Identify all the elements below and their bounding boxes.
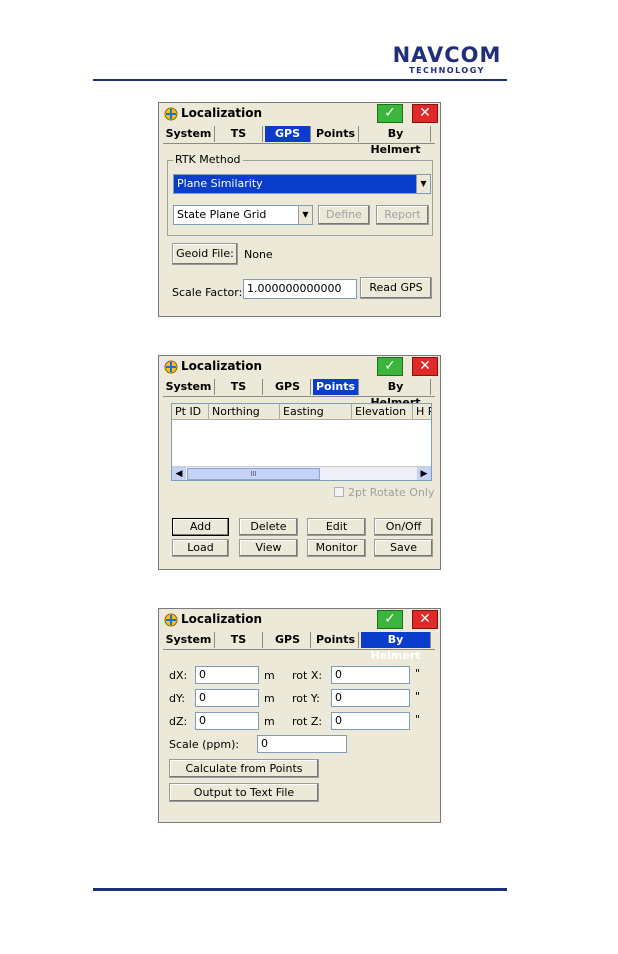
dy-unit: m [264, 692, 275, 705]
chevron-down-icon[interactable]: ▼ [298, 206, 312, 224]
report-button[interactable]: Report [376, 205, 429, 225]
rotz-input[interactable]: 0 [331, 712, 410, 730]
scale-ppm-label: Scale (ppm): [169, 738, 240, 751]
window-title: Localization [181, 612, 263, 626]
footer-rule [93, 888, 507, 891]
output-to-text-file-button[interactable]: Output to Text File [169, 783, 319, 802]
scale-ppm-input[interactable]: 0 [257, 735, 347, 753]
tab-system[interactable]: System [163, 126, 215, 142]
app-icon [164, 107, 178, 121]
on-off-button[interactable]: On/Off [374, 518, 433, 536]
tab-bar: System TS GPS Points By Helmert [163, 631, 435, 662]
title-bar: Localization ✓ ✕ [159, 609, 440, 631]
tab-ts[interactable]: TS [215, 126, 263, 142]
title-bar: Localization ✓ ✕ [159, 356, 440, 378]
add-button[interactable]: Add [172, 518, 229, 536]
scroll-left-icon[interactable]: ◀ [172, 467, 186, 480]
header-rule [93, 79, 507, 81]
dx-unit: m [264, 669, 275, 682]
window-title: Localization [181, 106, 263, 120]
tab-by-helmert[interactable]: By Helmert [361, 379, 431, 409]
close-button[interactable]: ✕ [412, 104, 438, 123]
points-table[interactable]: Pt ID Northing Easting Elevation H R ◀ I… [171, 403, 432, 481]
column-header-hr[interactable]: H R [413, 404, 431, 420]
scroll-grip-icon: III [250, 470, 257, 478]
tab-ts[interactable]: TS [215, 632, 263, 648]
localization-window-gps: Localization ✓ ✕ System TS GPS Points By… [158, 102, 441, 317]
tab-system[interactable]: System [163, 379, 215, 395]
localization-window-points: Localization ✓ ✕ System TS GPS Points By… [158, 355, 441, 570]
rotx-label: rot X: [292, 669, 323, 682]
roty-label: rot Y: [292, 692, 320, 705]
rotx-input[interactable]: 0 [331, 666, 410, 684]
calculate-from-points-button[interactable]: Calculate from Points [169, 759, 319, 778]
tab-ts[interactable]: TS [215, 379, 263, 395]
tab-gps[interactable]: GPS [265, 379, 311, 395]
load-button[interactable]: Load [172, 539, 229, 557]
monitor-button[interactable]: Monitor [307, 539, 366, 557]
read-gps-button[interactable]: Read GPS [360, 277, 432, 299]
rotz-label: rot Z: [292, 715, 323, 728]
ok-button[interactable]: ✓ [377, 357, 403, 376]
edit-button[interactable]: Edit [307, 518, 366, 536]
rotz-unit: " [415, 713, 421, 726]
roty-input[interactable]: 0 [331, 689, 410, 707]
tab-by-helmert[interactable]: By Helmert [361, 632, 431, 662]
dz-input[interactable]: 0 [195, 712, 259, 730]
rtk-method-select[interactable]: Plane Similarity ▼ [173, 174, 431, 194]
chevron-down-icon[interactable]: ▼ [416, 175, 430, 193]
close-button[interactable]: ✕ [412, 610, 438, 629]
delete-button[interactable]: Delete [239, 518, 298, 536]
tab-bar: System TS GPS Points By Helmert [163, 125, 435, 156]
scroll-thumb[interactable]: III [187, 468, 320, 480]
two-pt-rotate-checkbox[interactable] [334, 487, 344, 497]
scroll-right-icon[interactable]: ▶ [417, 467, 431, 480]
rtk-method-value: Plane Similarity [177, 177, 263, 190]
geoid-file-button[interactable]: Geoid File: [172, 243, 238, 265]
tab-points[interactable]: Points [313, 632, 359, 648]
column-header-easting[interactable]: Easting [280, 404, 352, 420]
scale-factor-label: Scale Factor: [172, 286, 243, 299]
tab-points[interactable]: Points [313, 379, 359, 395]
ok-button[interactable]: ✓ [377, 610, 403, 629]
rtk-method-label: RTK Method [173, 153, 243, 166]
dz-label: dZ: [169, 715, 188, 728]
app-icon [164, 360, 178, 374]
column-header-elevation[interactable]: Elevation [352, 404, 413, 420]
dz-unit: m [264, 715, 275, 728]
view-button[interactable]: View [239, 539, 298, 557]
dy-input[interactable]: 0 [195, 689, 259, 707]
title-bar: Localization ✓ ✕ [159, 103, 440, 125]
dy-label: dY: [169, 692, 185, 705]
tab-gps[interactable]: GPS [265, 632, 311, 648]
define-button[interactable]: Define [318, 205, 370, 225]
horizontal-scrollbar[interactable]: ◀ III ▶ [172, 466, 431, 480]
grid-value: State Plane Grid [177, 208, 267, 221]
dx-label: dX: [169, 669, 188, 682]
roty-unit: " [415, 690, 421, 703]
window-title: Localization [181, 359, 263, 373]
tab-system[interactable]: System [163, 632, 215, 648]
app-icon [164, 613, 178, 627]
logo-line2: TECHNOLOGY [409, 66, 485, 75]
tab-bar: System TS GPS Points By Helmert [163, 378, 435, 409]
localization-window-helmert: Localization ✓ ✕ System TS GPS Points By… [158, 608, 441, 823]
save-button[interactable]: Save [374, 539, 433, 557]
ok-button[interactable]: ✓ [377, 104, 403, 123]
two-pt-rotate-label: 2pt Rotate Only [348, 486, 435, 499]
column-header-northing[interactable]: Northing [209, 404, 280, 420]
scale-factor-input[interactable]: 1.000000000000 [243, 279, 357, 299]
geoid-value: None [244, 248, 273, 261]
column-header-pt-id[interactable]: Pt ID [172, 404, 209, 420]
logo-line1: NAVCOM [392, 43, 502, 67]
grid-select[interactable]: State Plane Grid ▼ [173, 205, 313, 225]
navcom-logo: NAVCOM TECHNOLOGY [387, 44, 507, 75]
rotx-unit: " [415, 667, 421, 680]
tab-gps[interactable]: GPS [265, 126, 311, 142]
close-button[interactable]: ✕ [412, 357, 438, 376]
tab-by-helmert[interactable]: By Helmert [361, 126, 431, 156]
tab-points[interactable]: Points [313, 126, 359, 142]
dx-input[interactable]: 0 [195, 666, 259, 684]
